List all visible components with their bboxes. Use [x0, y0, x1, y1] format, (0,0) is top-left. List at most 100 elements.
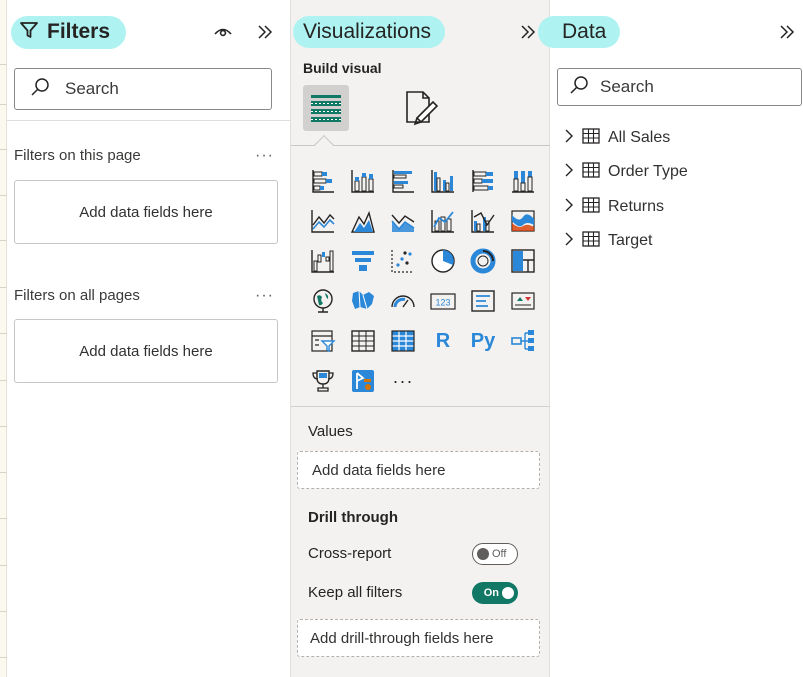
selected-tab-notch [314, 135, 334, 155]
cross-report-label: Cross-report [308, 545, 392, 562]
data-pane: Data Search All Sales Order Type Returns… [538, 0, 803, 677]
filters-pane: Filters Search Filters on this page ··· … [7, 0, 291, 677]
build-visual-label: Build visual [303, 60, 382, 76]
collapse-data-icon[interactable] [775, 20, 799, 44]
table-icon [582, 161, 600, 183]
canvas-gridline [0, 149, 7, 150]
filters-title: Filters [47, 20, 111, 43]
treemap-icon[interactable] [503, 241, 543, 281]
slicer-icon[interactable] [303, 321, 343, 361]
scatter-chart-icon[interactable] [383, 241, 423, 281]
collapse-visualizations-icon[interactable] [516, 20, 540, 44]
values-label: Values [308, 423, 353, 440]
line-and-stacked-column-chart-icon[interactable] [423, 201, 463, 241]
kpi-icon[interactable] [503, 281, 543, 321]
drill-through-drop-zone[interactable]: Add drill-through fields here [297, 619, 540, 657]
search-icon [568, 74, 590, 101]
canvas-gridline [0, 565, 7, 566]
table-returns[interactable]: Returns [564, 195, 664, 219]
data-title: Data [562, 20, 607, 43]
line-and-clustered-column-chart-icon[interactable] [463, 201, 503, 241]
ribbon-chart-icon[interactable] [503, 201, 543, 241]
python-visual-icon[interactable]: Py [463, 321, 503, 361]
canvas-gridline [0, 380, 7, 381]
waterfall-chart-icon[interactable] [303, 241, 343, 281]
filters-search-input[interactable]: Search [14, 68, 272, 110]
filters-search-placeholder: Search [65, 79, 119, 98]
table-name: All Sales [608, 129, 671, 146]
gauge-icon[interactable] [383, 281, 423, 321]
clustered-column-chart-icon[interactable] [423, 161, 463, 201]
chevron-right-icon [564, 162, 574, 183]
cross-report-toggle[interactable]: Off [472, 543, 518, 565]
format-visual-icon[interactable] [399, 85, 445, 131]
stacked-column-chart-icon[interactable] [343, 161, 383, 201]
stacked-bar-chart-icon[interactable] [303, 161, 343, 201]
line-chart-icon[interactable] [303, 201, 343, 241]
stacked-area-chart-icon[interactable] [383, 201, 423, 241]
build-visual-icon[interactable] [303, 85, 349, 131]
collapse-filters-icon[interactable] [253, 20, 277, 44]
filters-this-page-drop-zone[interactable]: Add data fields here [14, 180, 278, 244]
toggle-knob [502, 587, 514, 599]
visualizations-title-highlight: Visualizations [293, 16, 446, 48]
filters-on-this-page-label: Filters on this page [14, 147, 141, 164]
values-drop-zone[interactable]: Add data fields here [297, 451, 540, 489]
canvas-gridline [0, 333, 7, 334]
table-name: Returns [608, 198, 665, 215]
gallery-divider [291, 406, 550, 407]
report-canvas-edge [0, 0, 7, 677]
canvas-gridline [0, 195, 7, 196]
map-icon[interactable] [303, 281, 343, 321]
table-name: Target [608, 232, 653, 249]
eye-icon[interactable] [211, 20, 235, 44]
100-stacked-bar-chart-icon[interactable] [463, 161, 503, 201]
visual-gallery: 123 R Py ··· [303, 161, 543, 401]
card-icon[interactable]: 123 [423, 281, 463, 321]
drill-through-heading: Drill through [308, 509, 398, 526]
filters-divider [7, 120, 291, 121]
canvas-gridline [0, 611, 7, 612]
clustered-bar-chart-icon[interactable] [383, 161, 423, 201]
table-icon[interactable] [343, 321, 383, 361]
filters-all-pages-drop-zone[interactable]: Add data fields here [14, 319, 278, 383]
area-chart-icon[interactable] [343, 201, 383, 241]
canvas-gridline [0, 518, 7, 519]
cross-report-state: Off [492, 548, 507, 560]
chevron-right-icon [564, 231, 574, 252]
more-visuals-icon[interactable]: ··· [383, 361, 423, 401]
table-order-type[interactable]: Order Type [564, 160, 688, 184]
visualizations-pane: Visualizations Build visual 123 R Py ···… [291, 0, 550, 677]
more-options-icon[interactable]: ··· [255, 287, 274, 305]
multi-row-card-icon[interactable] [463, 281, 503, 321]
table-all-sales[interactable]: All Sales [564, 126, 670, 150]
more-options-icon[interactable]: ··· [255, 147, 274, 165]
filled-map-icon[interactable] [343, 281, 383, 321]
chevron-right-icon [564, 197, 574, 218]
matrix-icon[interactable] [383, 321, 423, 361]
pie-chart-icon[interactable] [423, 241, 463, 281]
filter-funnel-icon [19, 20, 39, 45]
r-script-visual-icon[interactable]: R [423, 321, 463, 361]
100-stacked-column-chart-icon[interactable] [503, 161, 543, 201]
canvas-gridline [0, 657, 7, 658]
filters-header: Filters [11, 14, 127, 50]
data-header: Data [538, 14, 621, 50]
key-influencers-icon[interactable] [503, 321, 543, 361]
svg-text:123: 123 [435, 298, 450, 308]
data-search-input[interactable]: Search [557, 68, 802, 106]
power-apps-icon[interactable] [343, 361, 383, 401]
chevron-right-icon [564, 128, 574, 149]
data-title-highlight: Data [538, 16, 621, 48]
donut-chart-icon[interactable] [463, 241, 503, 281]
canvas-gridline [0, 64, 7, 65]
trophy-icon[interactable] [303, 361, 343, 401]
table-target[interactable]: Target [564, 229, 652, 253]
visualizations-title: Visualizations [303, 20, 432, 43]
funnel-chart-icon[interactable] [343, 241, 383, 281]
keep-all-filters-toggle[interactable]: On [472, 582, 518, 604]
canvas-gridline [0, 240, 7, 241]
canvas-gridline [0, 426, 7, 427]
filters-title-highlight: Filters [11, 15, 127, 49]
keep-all-filters-label: Keep all filters [308, 584, 403, 601]
